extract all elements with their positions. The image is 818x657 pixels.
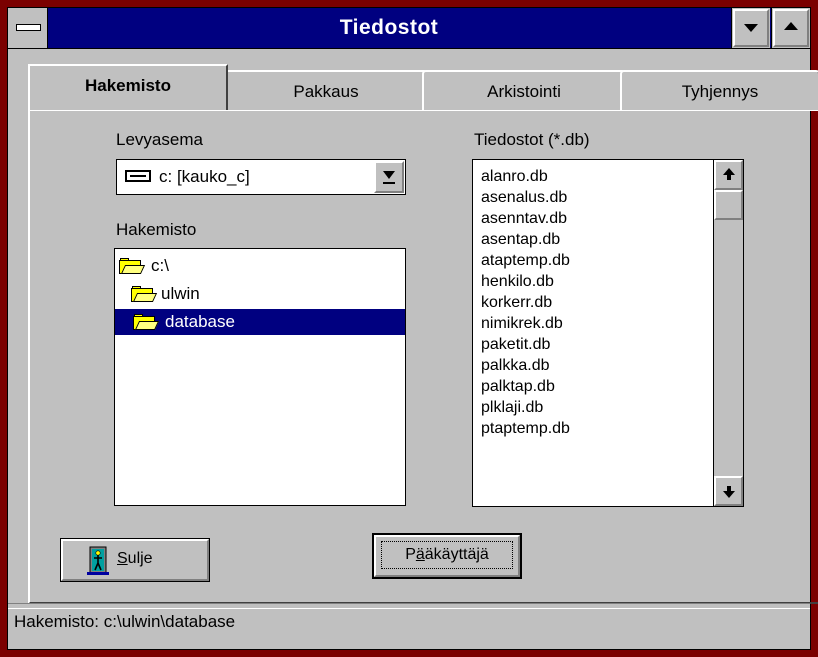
minimize-icon [744, 24, 758, 32]
drive-value: c: [kauko_c] [159, 167, 250, 186]
tab-hakemisto[interactable]: Hakemisto [28, 64, 228, 110]
tree-item-label: database [165, 312, 235, 331]
list-item[interactable]: ataptemp.db [481, 250, 570, 271]
window-title: Tiedostot [339, 16, 439, 39]
list-item[interactable]: korkerr.db [481, 292, 552, 313]
drive-dropdown-button[interactable] [374, 161, 404, 193]
maximize-icon [784, 22, 798, 30]
list-item[interactable]: asenalus.db [481, 187, 567, 208]
directory-label: Hakemisto [116, 220, 197, 239]
exit-door-icon [87, 546, 109, 575]
tree-item-ulwin[interactable]: ulwin [115, 281, 405, 307]
open-folder-icon [119, 258, 146, 274]
list-item[interactable]: nimikrek.db [481, 313, 563, 334]
application-window: Tiedostot Hakemisto Pakkaus Arkistointi … [0, 0, 818, 657]
scroll-up-button[interactable] [714, 160, 743, 190]
status-text: Hakemisto: c:\ulwin\database [14, 612, 236, 631]
arrow-up-icon [723, 168, 735, 175]
drive-select[interactable]: c: [kauko_c] [116, 159, 406, 195]
tree-item-label: c:\ [151, 256, 169, 275]
directory-tree[interactable]: c:\ ulwin database [114, 248, 406, 506]
list-item[interactable]: palktap.db [481, 376, 555, 397]
list-item[interactable]: alanro.db [481, 166, 548, 187]
minimize-button[interactable] [731, 8, 770, 48]
list-item[interactable]: paketit.db [481, 334, 550, 355]
admin-button-label: Pääkäyttäjä [381, 541, 513, 569]
admin-button[interactable]: Pääkäyttäjä [372, 533, 522, 579]
tab-arkistointi[interactable]: Arkistointi [422, 70, 626, 110]
tree-item-root[interactable]: c:\ [115, 253, 405, 279]
system-menu-icon [16, 24, 41, 31]
arrow-down-icon [723, 491, 735, 498]
file-list-scrollbar[interactable] [713, 160, 743, 506]
tab-tyhjennys[interactable]: Tyhjennys [620, 70, 818, 110]
list-item[interactable]: asentap.db [481, 229, 560, 250]
list-item[interactable]: henkilo.db [481, 271, 554, 292]
tree-item-database[interactable]: database [115, 309, 405, 335]
status-bar: Hakemisto: c:\ulwin\database [8, 603, 810, 649]
tab-pakkaus[interactable]: Pakkaus [224, 70, 428, 110]
list-item[interactable]: asenntav.db [481, 208, 567, 229]
files-label: Tiedostot (*.db) [474, 130, 590, 149]
list-item[interactable]: palkka.db [481, 355, 550, 376]
close-button-label: Sulje [117, 550, 153, 567]
title-bar[interactable]: Tiedostot [8, 8, 810, 49]
system-menu-button[interactable] [8, 8, 48, 48]
scroll-thumb[interactable] [714, 190, 743, 220]
drive-label: Levyasema [116, 130, 203, 149]
file-list[interactable]: alanro.db asenalus.db asenntav.db asenta… [472, 159, 744, 507]
open-folder-icon [131, 286, 158, 302]
scroll-down-button[interactable] [714, 476, 743, 506]
maximize-button[interactable] [771, 8, 810, 48]
open-folder-icon [133, 314, 160, 330]
list-item[interactable]: ptaptemp.db [481, 418, 570, 439]
list-item[interactable]: plklaji.db [481, 397, 543, 418]
dropdown-arrow-icon [383, 171, 395, 179]
hard-drive-icon [125, 170, 151, 182]
close-button[interactable]: Sulje [60, 538, 210, 582]
window-frame: Tiedostot Hakemisto Pakkaus Arkistointi … [7, 7, 818, 650]
tree-item-label: ulwin [161, 284, 200, 303]
